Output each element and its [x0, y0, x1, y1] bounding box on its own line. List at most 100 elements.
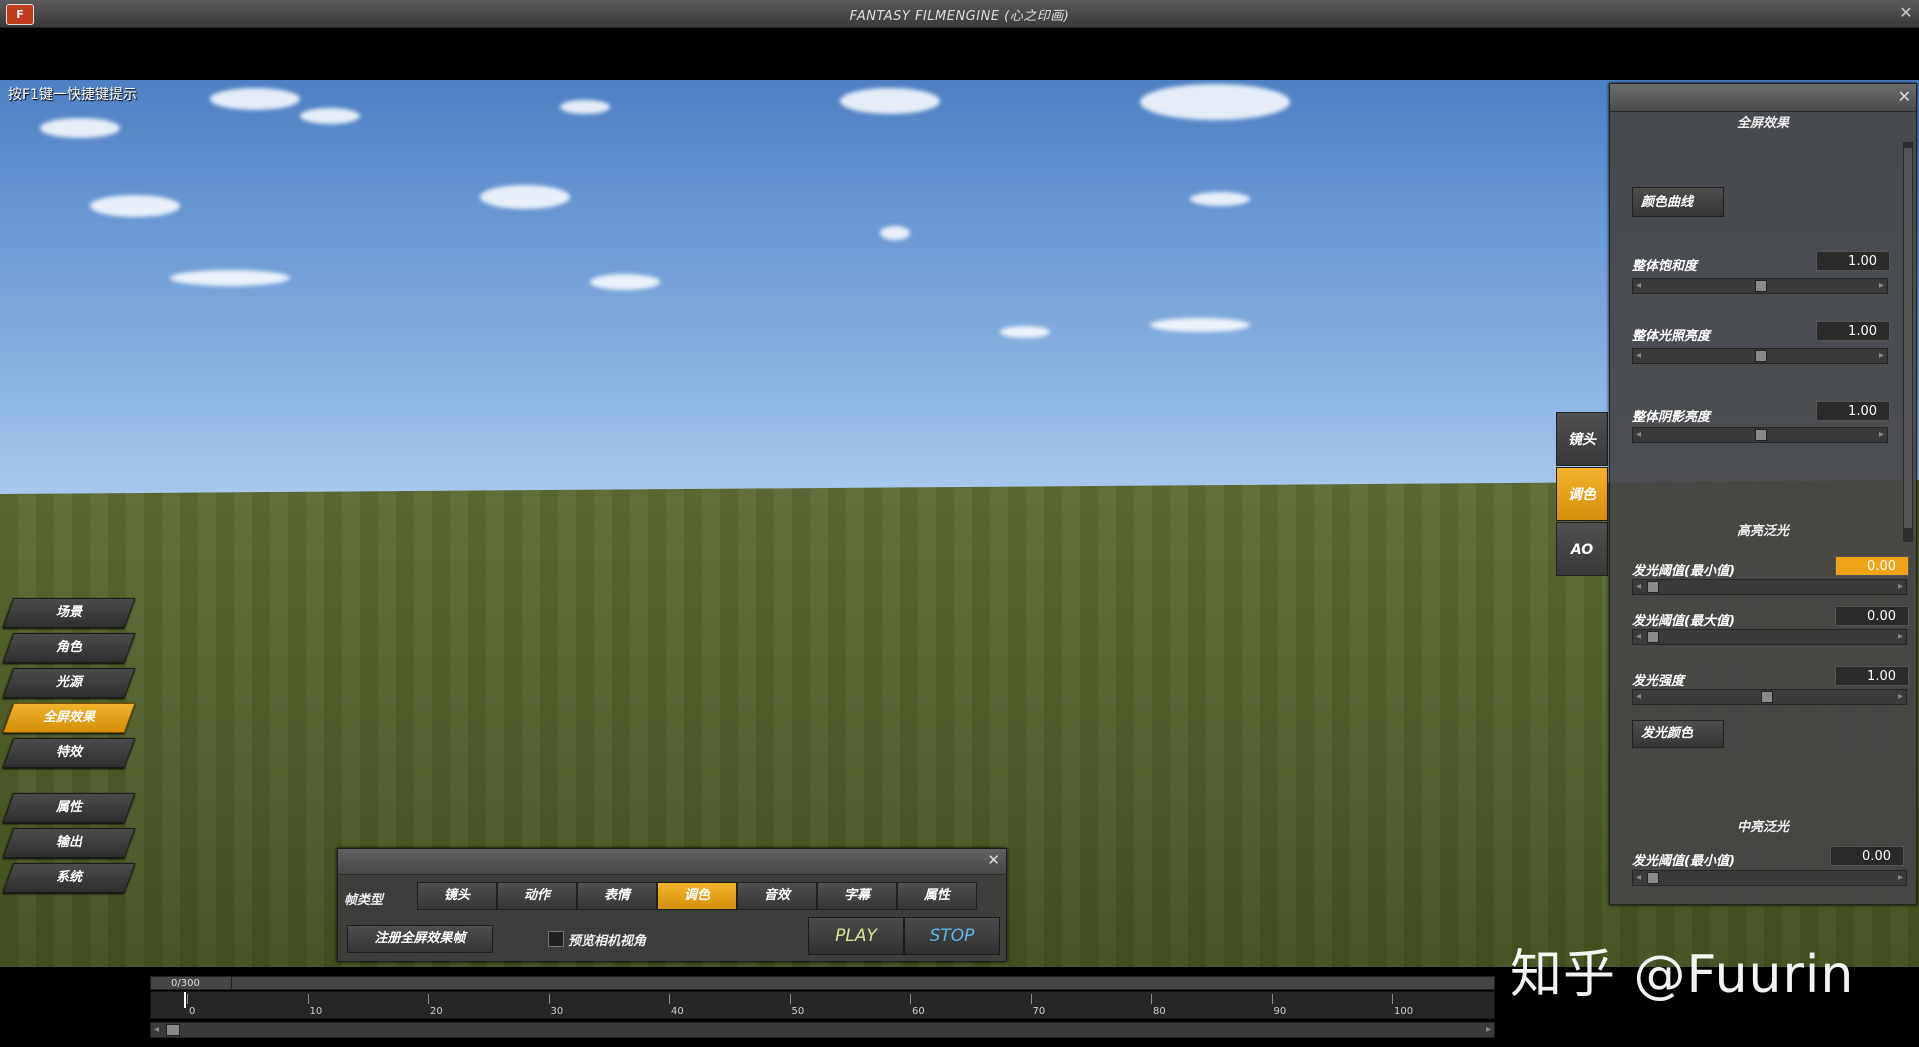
close-icon[interactable]: ✕	[1897, 4, 1915, 22]
slider-knob[interactable]	[1755, 429, 1767, 441]
nav-output-button[interactable]: 输出	[2, 828, 136, 858]
tab-sound[interactable]: 音效	[737, 882, 817, 910]
playhead[interactable]	[184, 992, 186, 1008]
mid-bloom-title: 中亮泛光	[1736, 820, 1789, 835]
cloud	[840, 88, 940, 114]
side-tab-color-grading[interactable]: 调色	[1556, 467, 1608, 521]
cloud	[210, 88, 300, 110]
timeline-tick	[548, 994, 550, 1004]
light-brightness-value[interactable]: 1.00	[1816, 321, 1890, 341]
shadow-brightness-slider[interactable]: ◂ ▸	[1632, 427, 1888, 443]
close-icon[interactable]: ✕	[1898, 87, 1911, 106]
bloom-threshold-max-slider[interactable]: ◂ ▸	[1632, 629, 1907, 645]
nav-scene-button[interactable]: 场景	[2, 598, 136, 628]
timeline-tick	[187, 994, 188, 1004]
close-icon[interactable]: ✕	[987, 851, 1000, 869]
nav-light-button[interactable]: 光源	[2, 668, 136, 698]
chevron-left-icon: ◂	[1636, 280, 1642, 291]
slider-knob[interactable]	[1755, 280, 1767, 292]
tab-camera[interactable]: 镜头	[417, 882, 497, 910]
panel-header[interactable]: ✕	[338, 849, 1006, 875]
cloud	[1150, 318, 1250, 332]
bloom-threshold-min-label: 发光阈值(最小值)	[1632, 564, 1735, 579]
frame-type-label: 帧类型	[344, 893, 384, 908]
bloom-threshold-max-value[interactable]: 0.00	[1835, 606, 1909, 626]
register-effect-frame-button[interactable]: 注册全屏效果帧	[347, 925, 493, 953]
saturation-slider[interactable]: ◂ ▸	[1632, 278, 1888, 294]
slider-knob[interactable]	[1647, 581, 1659, 593]
slider-knob[interactable]	[1755, 350, 1767, 362]
panel-header[interactable]: ✕	[1610, 84, 1916, 112]
chevron-right-icon: ▸	[1485, 1024, 1491, 1035]
timeline-tick	[1392, 994, 1393, 1004]
frame-counter-bar: 0/300	[150, 976, 1495, 990]
timeline: 0/300 0 10 20 30 40 50 60 70 80 90 100 ◂ ▸	[150, 976, 1495, 1040]
shadow-brightness-value[interactable]: 1.00	[1816, 401, 1890, 421]
color-curve-button[interactable]: 颜色曲线	[1632, 187, 1724, 217]
nav-system-button[interactable]: 系统	[2, 863, 136, 893]
bloom-threshold-min-slider[interactable]: ◂ ▸	[1632, 579, 1907, 595]
cloud	[90, 195, 180, 217]
chevron-left-icon: ◂	[154, 1024, 160, 1035]
chevron-left-icon: ◂	[1636, 350, 1642, 361]
timeline-tick-label: 10	[309, 1006, 323, 1017]
cloud	[560, 100, 610, 114]
bloom-color-button[interactable]: 发光颜色	[1632, 720, 1724, 748]
timeline-scrollbar[interactable]: ◂ ▸	[150, 1022, 1495, 1038]
mid-bloom-threshold-min-label: 发光阈值(最小值)	[1632, 854, 1735, 869]
window-title: FANTASY FILMENGINE (心之印画)	[849, 9, 1070, 24]
tab-property[interactable]: 属性	[897, 882, 977, 910]
preview-camera-checkbox[interactable]	[548, 931, 564, 947]
tab-expression[interactable]: 表情	[577, 882, 657, 910]
shortcut-hint: 按F1键一快捷键提示	[8, 87, 137, 103]
slider-knob[interactable]	[1761, 691, 1773, 703]
timeline-tick	[428, 994, 429, 1004]
timeline-tick-label: 20	[430, 1006, 443, 1017]
chevron-right-icon: ▸	[1878, 280, 1884, 291]
timeline-tick-label: 60	[912, 1006, 925, 1017]
nav-property-button[interactable]: 属性	[2, 793, 136, 823]
side-tab-camera[interactable]: 镜头	[1556, 412, 1608, 466]
timeline-tick-label: 70	[1032, 1006, 1046, 1017]
light-brightness-slider[interactable]: ◂ ▸	[1632, 348, 1888, 364]
light-brightness-label: 整体光照亮度	[1632, 329, 1711, 344]
frame-counter: 0/300	[171, 978, 200, 989]
bloom-intensity-slider[interactable]: ◂ ▸	[1632, 689, 1907, 705]
play-button[interactable]: PLAY	[808, 917, 904, 955]
high-bloom-title: 高亮泛光	[1736, 524, 1789, 539]
bloom-intensity-value[interactable]: 1.00	[1835, 666, 1909, 686]
chevron-left-icon: ◂	[1636, 631, 1642, 642]
bloom-threshold-max-label: 发光阈值(最大值)	[1632, 614, 1735, 629]
chevron-left-icon: ◂	[1636, 872, 1642, 883]
timeline-tick	[789, 994, 791, 1004]
slider-knob[interactable]	[1647, 872, 1659, 884]
tab-color-grading[interactable]: 调色	[657, 882, 737, 910]
panel-scrollbar[interactable]	[1903, 142, 1913, 542]
scrollbar-thumb[interactable]	[1904, 148, 1912, 528]
chevron-right-icon: ▸	[1897, 872, 1903, 883]
timeline-ruler[interactable]: 0 10 20 30 40 50 60 70 80 90 100	[150, 991, 1495, 1019]
timeline-tick-label: 100	[1394, 1006, 1414, 1017]
side-tab-ao[interactable]: AO	[1556, 522, 1608, 576]
saturation-value[interactable]: 1.00	[1816, 251, 1890, 271]
bloom-intensity-label: 发光强度	[1632, 674, 1685, 689]
nav-vfx-button[interactable]: 特效	[2, 738, 136, 768]
timeline-tick	[1271, 994, 1273, 1004]
shadow-brightness-label: 整体阴影亮度	[1632, 410, 1711, 425]
stop-button[interactable]: STOP	[904, 917, 1000, 955]
mid-bloom-threshold-min-slider[interactable]: ◂ ▸	[1632, 870, 1907, 886]
bloom-threshold-min-value[interactable]: 0.00	[1835, 556, 1909, 576]
mid-bloom-threshold-min-value[interactable]: 0.00	[1830, 846, 1904, 866]
tab-subtitle[interactable]: 字幕	[817, 882, 897, 910]
watermark: 知乎 @Fuurin	[1510, 945, 1855, 1005]
scrollbar-knob[interactable]	[166, 1024, 180, 1036]
nav-fullscreen-effect-button[interactable]: 全屏效果	[2, 703, 136, 733]
nav-character-button[interactable]: 角色	[2, 633, 136, 663]
timeline-tick	[910, 994, 911, 1004]
tab-motion[interactable]: 动作	[497, 882, 577, 910]
timeline-tick-label: 0	[189, 1006, 196, 1017]
timeline-tick	[669, 994, 670, 1004]
slider-knob[interactable]	[1647, 631, 1659, 643]
preview-camera-label: 预览相机视角	[568, 934, 647, 949]
cloud	[1190, 192, 1250, 206]
